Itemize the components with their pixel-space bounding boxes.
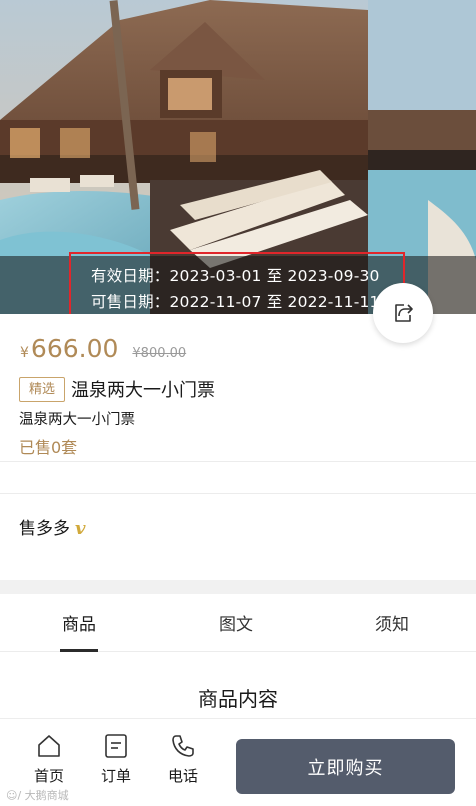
- bottom-action-bar: 首页 订单 电话 立即购买: [0, 718, 476, 806]
- phone-icon: [172, 735, 194, 757]
- original-price: ¥800.00: [132, 346, 187, 361]
- tab-graphics[interactable]: 图文: [196, 610, 276, 635]
- home-icon: [38, 735, 60, 757]
- nav-home-label: 首页: [33, 767, 64, 785]
- highlight-annotation-box: [69, 252, 405, 314]
- nav-orders-label: 订单: [100, 767, 131, 785]
- section-separator: [0, 580, 476, 594]
- nav-home[interactable]: 首页: [24, 733, 74, 786]
- product-subtitle: 温泉两大一小门票: [19, 412, 135, 428]
- product-title: 温泉两大一小门票: [71, 380, 216, 401]
- nav-orders[interactable]: 订单: [91, 733, 141, 786]
- product-image-carousel[interactable]: 有效日期：2023-03-01 至 2023-09-30 可售日期：2022-1…: [0, 0, 476, 314]
- price-row: ¥ 666.00 ¥800.00: [20, 334, 186, 368]
- share-button[interactable]: [373, 283, 433, 343]
- section-title: 商品内容: [198, 687, 278, 711]
- tab-goods[interactable]: 商品: [39, 610, 119, 635]
- verified-badge: v: [75, 518, 86, 539]
- currency-symbol: ¥: [20, 345, 29, 361]
- divider: [0, 461, 476, 462]
- title-row: 精选 温泉两大一小门票: [19, 376, 215, 402]
- current-price: 666.00: [30, 334, 119, 363]
- active-tab-indicator: [60, 649, 98, 652]
- order-icon: [105, 734, 127, 758]
- buy-now-button[interactable]: 立即购买: [236, 739, 455, 794]
- shop-name: 售多多: [19, 519, 70, 539]
- shop-row[interactable]: 售多多 v: [19, 514, 85, 539]
- watermark-logo: ☺/ 大鹅商城: [6, 789, 69, 802]
- nav-phone-label: 电话: [167, 767, 198, 785]
- detail-tabs: 商品 图文 须知: [0, 594, 476, 652]
- nav-phone[interactable]: 电话: [158, 733, 208, 786]
- tab-notice[interactable]: 须知: [352, 610, 432, 635]
- featured-tag: 精选: [19, 376, 66, 402]
- sold-count: 已售0套: [19, 438, 78, 457]
- divider: [0, 493, 476, 494]
- share-icon: [395, 304, 413, 322]
